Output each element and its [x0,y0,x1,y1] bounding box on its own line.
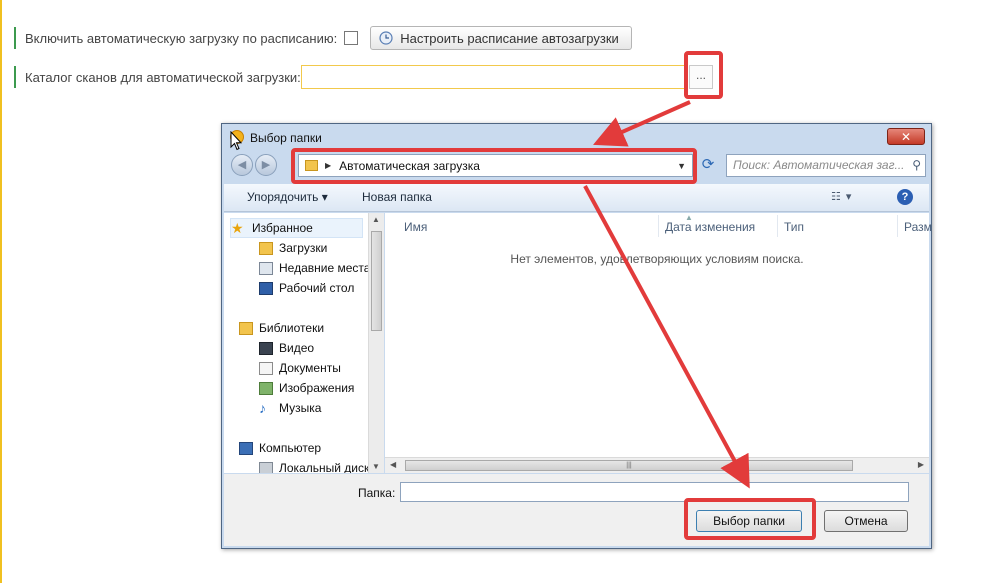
nav-music-label: Музыка [279,401,322,415]
nav-local-disk-label: Локальный диск [279,461,370,473]
col-size[interactable]: Разм [904,220,932,234]
nav-video-label: Видео [279,341,315,355]
mouse-cursor-icon [230,131,242,151]
scroll-right-icon[interactable]: ▶ [918,460,924,469]
new-folder-button[interactable]: Новая папка [362,190,432,204]
search-icon[interactable]: ⚲ [912,158,921,172]
close-button[interactable]: ✕ [887,128,925,145]
folder-picker-dialog: Выбор папки ✕ ◀ ▶ ▶ Автоматическая загру… [221,123,932,549]
field-marker [14,66,16,88]
desktop-icon [259,281,273,295]
computer-icon [239,441,253,455]
video-icon [259,341,273,355]
recent-places-icon [259,261,273,275]
nav-favorites[interactable]: ★ Избранное [230,218,363,238]
nav-libraries-label: Библиотеки [259,321,325,335]
col-date[interactable]: Дата изменения [665,220,755,234]
col-separator [777,215,778,237]
col-separator [658,215,659,237]
nav-computer-label: Компьютер [259,441,322,455]
page-edge-rule [0,0,2,583]
dialog-footer: Папка: Выбор папки Отмена [224,474,929,546]
images-icon [259,381,273,395]
nav-favorites-label: Избранное [252,221,313,235]
hscroll-thumb[interactable]: ||| [405,460,853,471]
dialog-title: Выбор папки [250,131,322,145]
star-icon: ★ [231,219,244,236]
scroll-down-icon[interactable]: ▼ [372,462,380,471]
nav-libraries[interactable]: Библиотеки [239,321,324,335]
back-arrow-icon[interactable]: ◀ [231,154,253,176]
libraries-icon [239,321,253,335]
nav-scrollbar[interactable]: ▲ ▼ [368,213,384,473]
scan-dir-row: Каталог сканов для автоматической загруз… [14,66,301,88]
browse-highlight [684,51,723,99]
help-icon[interactable]: ? [897,189,913,205]
col-name[interactable]: Имя [404,220,427,234]
view-options-icon[interactable]: ☷ ▾ [831,190,852,203]
folder-name-input[interactable] [400,482,909,502]
schedule-button-label: Настроить расписание автозагрузки [400,30,619,46]
search-placeholder: Поиск: Автоматическая заг... [733,158,905,172]
music-icon: ♪ [259,399,266,416]
select-button-highlight [684,498,816,540]
forward-arrow-icon[interactable]: ▶ [255,154,277,176]
nav-local-disk[interactable]: Локальный диск [259,461,369,473]
schedule-button[interactable]: Настроить расписание автозагрузки [370,26,632,50]
col-separator [897,215,898,237]
clock-icon [379,31,393,45]
auto-load-label: Включить автоматическую загрузку по расп… [25,30,338,46]
nav-desktop-label: Рабочий стол [279,281,355,295]
search-input[interactable]: Поиск: Автоматическая заг... ⚲ [726,154,926,177]
auto-load-row: Включить автоматическую загрузку по расп… [14,26,632,50]
dialog-toolbar: Упорядочить ▾ Новая папка ☷ ▾ ? [224,184,929,212]
nav-music[interactable]: ♪ Музыка [259,399,322,416]
nav-documents[interactable]: Документы [259,361,341,375]
col-type[interactable]: Тип [784,220,804,234]
scan-dir-input[interactable] [301,65,686,89]
downloads-folder-icon [259,241,273,255]
nav-images[interactable]: Изображения [259,381,354,395]
file-list-hscrollbar[interactable]: ◀ ||| ▶ [385,457,929,473]
cancel-button[interactable]: Отмена [824,510,908,532]
nav-documents-label: Документы [279,361,341,375]
nav-images-label: Изображения [279,381,355,395]
scan-dir-label: Каталог сканов для автоматической загруз… [25,69,301,85]
nav-scroll-thumb[interactable] [371,231,382,331]
nav-computer[interactable]: Компьютер [239,441,321,455]
scroll-left-icon[interactable]: ◀ [390,460,396,469]
auto-load-checkbox[interactable] [344,31,359,45]
nav-desktop[interactable]: Рабочий стол [259,281,354,295]
navigation-pane: ★ Избранное Загрузки Недавние места Рабо… [224,213,370,473]
nav-recent[interactable]: Недавние места [259,261,370,275]
organize-menu[interactable]: Упорядочить ▾ [247,190,328,204]
disk-icon [259,461,273,473]
file-list: Имя ▲ Дата изменения Тип Разм Нет элемен… [385,213,932,457]
refresh-icon[interactable]: ⟳ [698,155,718,175]
nav-downloads-label: Загрузки [279,241,328,255]
nav-video[interactable]: Видео [259,341,314,355]
address-highlight [291,148,697,184]
empty-message: Нет элементов, удовлетворяющих условиям … [510,252,804,266]
field-marker [14,27,16,49]
nav-recent-label: Недавние места [279,261,370,275]
scroll-up-icon[interactable]: ▲ [372,215,380,224]
folder-label: Папка: [358,486,396,500]
nav-downloads[interactable]: Загрузки [259,241,327,255]
documents-icon [259,361,273,375]
